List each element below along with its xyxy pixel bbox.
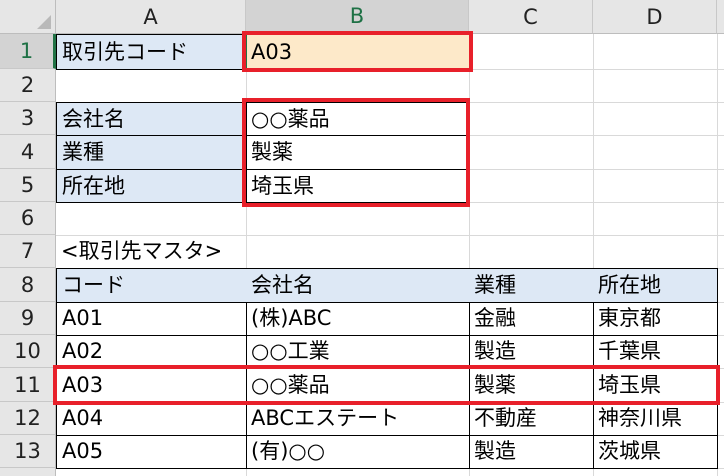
spreadsheet-grid: A B C D 1 2 3 4 5 6 7 8 9 10 11 12 13 取引…	[0, 0, 724, 476]
master-cell[interactable]: 製造	[469, 435, 594, 469]
row-header-9[interactable]: 9	[0, 302, 56, 335]
column-header-e-partial[interactable]	[717, 0, 724, 34]
industry-label-cell[interactable]: 業種	[56, 136, 247, 170]
select-all-triangle-icon	[37, 15, 51, 29]
master-header-location[interactable]: 所在地	[593, 268, 718, 303]
column-header-d[interactable]: D	[593, 0, 717, 34]
master-cell[interactable]: 茨城県	[593, 435, 718, 469]
row-header-4[interactable]: 4	[0, 135, 56, 169]
company-label-cell[interactable]: 会社名	[56, 102, 247, 136]
master-cell[interactable]: A05	[56, 435, 247, 469]
row-header-1[interactable]: 1	[0, 34, 56, 69]
row-header-8[interactable]: 8	[0, 268, 56, 302]
result-highlight-box	[242, 98, 470, 207]
column-header-b[interactable]: B	[246, 0, 469, 34]
location-label-cell[interactable]: 所在地	[56, 170, 247, 203]
master-cell[interactable]: 不動産	[469, 402, 594, 436]
master-header-industry[interactable]: 業種	[469, 268, 594, 303]
row-header-2[interactable]: 2	[0, 69, 56, 102]
row-header-7[interactable]: 7	[0, 235, 56, 268]
column-header-c[interactable]: C	[469, 0, 593, 34]
master-cell[interactable]: 千葉県	[593, 335, 718, 369]
master-cell[interactable]: 東京都	[593, 302, 718, 336]
master-title-cell[interactable]: <取引先マスタ>	[56, 235, 376, 268]
row-header-5[interactable]: 5	[0, 169, 56, 202]
master-cell[interactable]: A04	[56, 402, 247, 436]
row-header-3[interactable]: 3	[0, 102, 56, 135]
select-all-corner[interactable]	[0, 0, 56, 34]
master-cell[interactable]: ABCエステート	[246, 402, 470, 436]
master-header-company[interactable]: 会社名	[246, 268, 470, 303]
master-cell[interactable]: (株)ABC	[246, 302, 470, 336]
master-cell[interactable]: ○○工業	[246, 335, 470, 369]
row-header-10[interactable]: 10	[0, 335, 56, 368]
row-header-6[interactable]: 6	[0, 202, 56, 235]
master-cell[interactable]: (有)○○	[246, 435, 470, 469]
matched-row-highlight-box	[53, 365, 720, 405]
master-cell[interactable]: 神奈川県	[593, 402, 718, 436]
master-cell[interactable]: A02	[56, 335, 247, 369]
row-header-11[interactable]: 11	[0, 368, 56, 402]
row-header-12[interactable]: 12	[0, 402, 56, 435]
master-cell[interactable]: 製造	[469, 335, 594, 369]
column-header-a[interactable]: A	[56, 0, 246, 34]
row-header-13[interactable]: 13	[0, 435, 56, 468]
row-header-14-partial[interactable]	[0, 468, 56, 476]
code-highlight-box	[242, 31, 473, 72]
code-label-cell[interactable]: 取引先コード	[56, 34, 247, 70]
master-cell[interactable]: 金融	[469, 302, 594, 336]
master-header-code[interactable]: コード	[56, 268, 247, 303]
master-cell[interactable]: A01	[56, 302, 247, 336]
